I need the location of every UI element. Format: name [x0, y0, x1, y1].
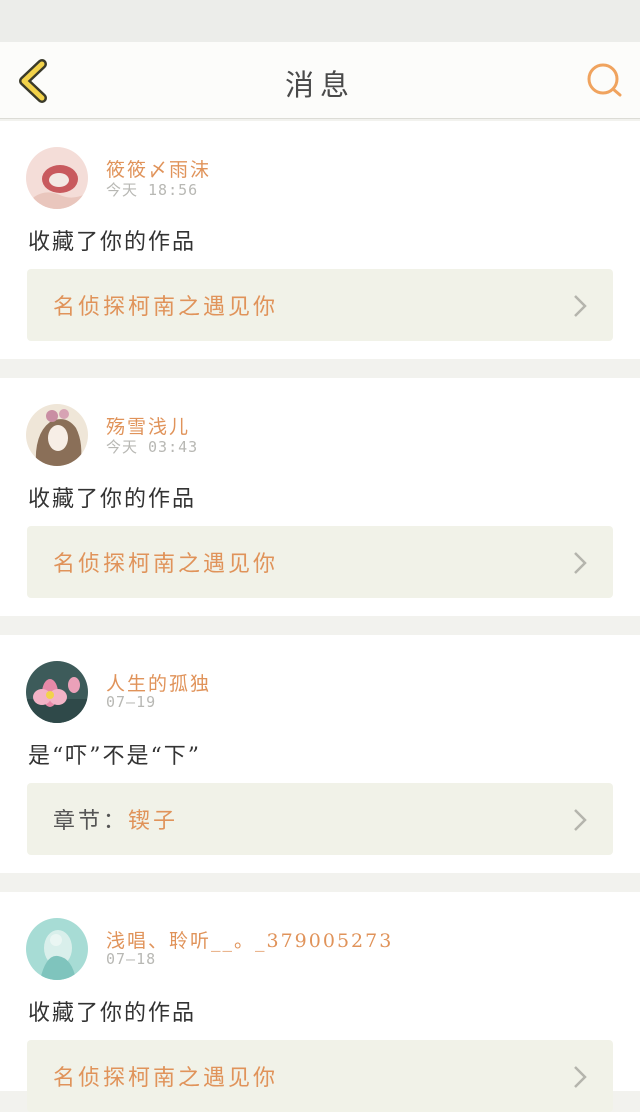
avatar[interactable]	[26, 147, 88, 209]
status-bar	[0, 0, 640, 42]
message-text: 收藏了你的作品	[28, 487, 197, 512]
timestamp: 今天 18:56	[106, 181, 199, 199]
message-card: 殇雪浅儿 今天 03:43 收藏了你的作品 名侦探柯南之遇见你	[0, 378, 640, 616]
page-title: 消息	[284, 68, 355, 102]
timestamp: 07—18	[106, 950, 157, 968]
message-card: 筱筱〆雨沫 今天 18:56 收藏了你的作品 名侦探柯南之遇见你	[0, 121, 640, 359]
message-card: 浅唱、聆听__。_379005273 07—18 收藏了你的作品 名侦探柯南之遇…	[0, 892, 640, 1112]
timestamp: 今天 03:43	[106, 438, 199, 456]
search-icon[interactable]	[584, 60, 624, 100]
link-label: 名侦探柯南之遇见你	[53, 552, 279, 577]
message-text: 收藏了你的作品	[28, 230, 197, 255]
work-link[interactable]: 名侦探柯南之遇见你	[27, 1040, 613, 1112]
work-link[interactable]: 名侦探柯南之遇见你	[27, 526, 613, 598]
username[interactable]: 浅唱、聆听__。_379005273	[106, 926, 393, 953]
avatar[interactable]	[26, 661, 88, 723]
message-text: 收藏了你的作品	[28, 1001, 197, 1026]
chevron-right-icon	[574, 1066, 587, 1088]
chevron-right-icon	[574, 552, 587, 574]
link-label: 名侦探柯南之遇见你	[53, 295, 279, 320]
link-label: 名侦探柯南之遇见你	[53, 1066, 279, 1091]
chevron-right-icon	[574, 809, 587, 831]
work-link[interactable]: 名侦探柯南之遇见你	[27, 269, 613, 341]
avatar[interactable]	[26, 918, 88, 980]
work-link[interactable]: 章节：锲子	[27, 783, 613, 855]
message-text: 是“吓”不是“下”	[28, 744, 201, 769]
link-label: 章节：锲子	[53, 809, 179, 834]
chevron-right-icon	[574, 295, 587, 317]
nav-bar: 消息	[0, 42, 640, 119]
username[interactable]: 殇雪浅儿	[106, 412, 190, 439]
message-card: 人生的孤独 07—19 是“吓”不是“下” 章节：锲子	[0, 635, 640, 873]
username[interactable]: 筱筱〆雨沫	[106, 155, 211, 182]
avatar[interactable]	[26, 404, 88, 466]
username[interactable]: 人生的孤独	[106, 669, 211, 696]
timestamp: 07—19	[106, 693, 157, 711]
